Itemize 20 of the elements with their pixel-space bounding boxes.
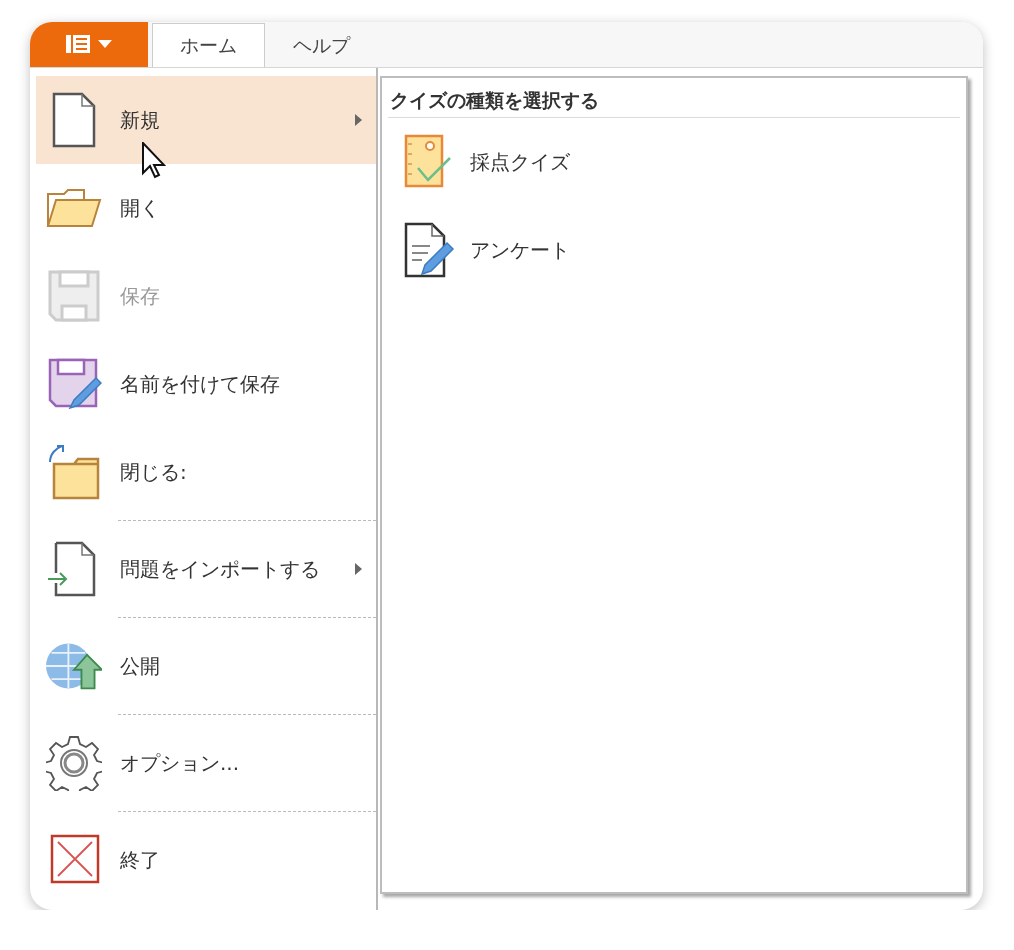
submenu-title: クイズの種類を選択する <box>388 82 960 118</box>
settings-icon <box>46 735 102 791</box>
mouse-cursor-icon <box>142 142 166 180</box>
menu-item[interactable]: 問題をインポートする <box>36 525 376 613</box>
menu-item[interactable]: 名前を付けて保存 <box>36 340 376 428</box>
submenu-item[interactable]: 採点クイズ <box>388 117 960 206</box>
menu-item[interactable]: 新規 <box>36 76 376 164</box>
menu-item[interactable]: 終了 <box>36 816 376 904</box>
folder-arrow-icon <box>46 444 102 500</box>
menu-icon <box>66 35 90 53</box>
submenu-item[interactable]: アンケート <box>388 205 960 294</box>
menu-item[interactable]: 開く <box>36 164 376 252</box>
tab[interactable]: ヘルプ <box>265 23 378 67</box>
tab[interactable]: ホーム <box>152 23 265 67</box>
menu-item[interactable]: オプション... <box>36 719 376 807</box>
menu-item[interactable]: 公開 <box>36 622 376 710</box>
app-menu-button[interactable] <box>30 22 148 67</box>
floppy-disk-pencil-icon <box>46 356 102 412</box>
menu-item[interactable]: 閉じる: <box>36 428 376 516</box>
caret-icon <box>98 40 112 48</box>
